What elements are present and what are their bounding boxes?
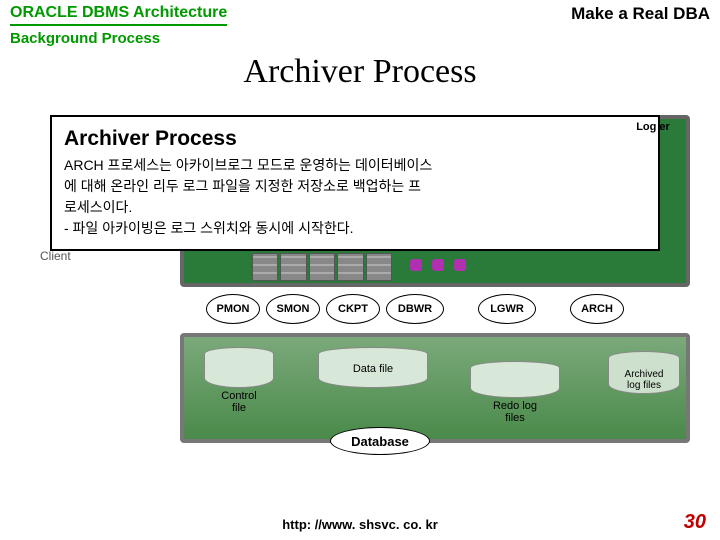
pmon-process: PMON	[206, 294, 260, 324]
page-title: Archiver Process	[0, 53, 720, 91]
database-label: Database	[330, 427, 430, 455]
callout-title: Archiver Process	[64, 127, 646, 151]
ckpt-process: CKPT	[326, 294, 380, 324]
control-file: Control file	[204, 347, 274, 414]
header-right: Make a Real DBA	[571, 4, 710, 26]
redo-log-buffer-fragment: Log er	[628, 121, 678, 133]
redo-log-files: Redo log files	[470, 361, 560, 424]
subheader: Background Process	[0, 28, 720, 49]
data-file: Data file	[318, 347, 428, 388]
footer-url: http: //www. shsvc. co. kr	[0, 517, 720, 532]
header-left: ORACLE DBMS Architecture	[10, 4, 227, 26]
lgwr-process: LGWR	[478, 294, 536, 324]
archived-log-files: Archived log files	[604, 351, 684, 394]
client-label: Client	[40, 249, 71, 263]
sga-slots	[252, 253, 392, 281]
page-number: 30	[684, 511, 706, 534]
arch-process: ARCH	[570, 294, 624, 324]
callout-body: ARCH 프로세스는 아카이브로그 모드로 운영하는 데이터베이스 에 대해 온…	[64, 155, 646, 239]
buffer-dots	[410, 259, 466, 271]
process-row: PMON SMON CKPT DBWR LGWR ARCH	[206, 294, 624, 324]
dbwr-process: DBWR	[386, 294, 444, 324]
smon-process: SMON	[266, 294, 320, 324]
callout-box: Archiver Process ARCH 프로세스는 아카이브로그 모드로 운…	[50, 115, 660, 251]
diagram-area: Archiver Process ARCH 프로세스는 아카이브로그 모드로 운…	[30, 109, 690, 449]
